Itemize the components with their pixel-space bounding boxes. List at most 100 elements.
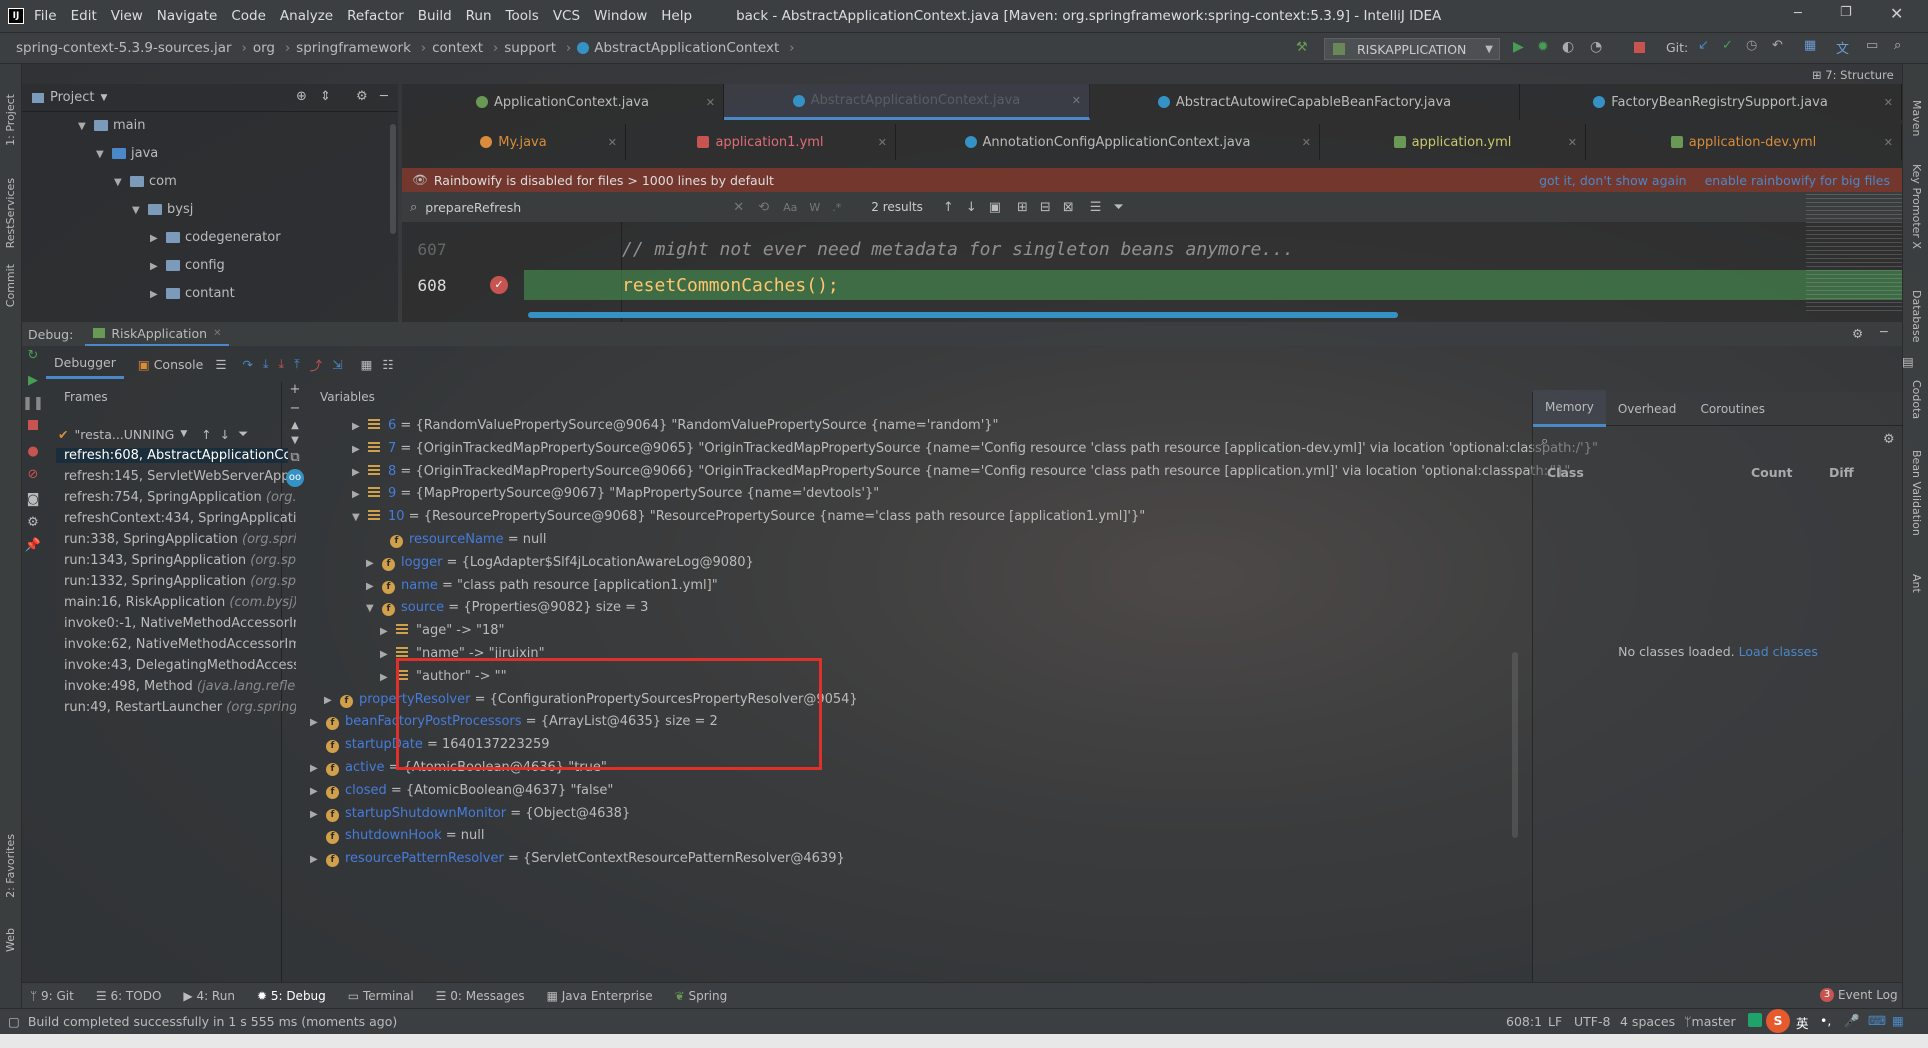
close-icon[interactable]: ✕ [1884, 136, 1893, 149]
menu-tools[interactable]: Tools [506, 8, 539, 24]
expand-icon[interactable]: ▶ [352, 467, 368, 478]
breadcrumb-springframework[interactable]: springframework [296, 40, 411, 56]
tab-annotationconfig[interactable]: AnnotationConfigApplicationContext.java ✕ [896, 124, 1320, 160]
step-into-icon[interactable]: ⤓ [279, 356, 285, 372]
tab-my-java[interactable]: My.java ✕ [402, 124, 626, 160]
horizontal-scrollbar[interactable] [528, 312, 1398, 318]
step-over-icon[interactable]: ⤓ [263, 356, 269, 372]
mic-icon[interactable]: 🎤 [1844, 1013, 1860, 1029]
session-tab[interactable]: RiskApplication ✕ [85, 322, 230, 346]
trace-icon[interactable]: ☷ [382, 357, 393, 372]
stack-frame[interactable]: refresh:145, ServletWebServerApplica [64, 469, 296, 484]
load-classes-link[interactable]: Load classes [1739, 644, 1818, 659]
coverage-icon[interactable]: ◐ [1562, 39, 1574, 55]
collapse-icon[interactable]: ▼ [366, 603, 382, 614]
tab-abstractautowire[interactable]: AbstractAutowireCapableBeanFactory.java [1090, 84, 1520, 120]
project-structure-icon[interactable]: ▦ [1804, 38, 1816, 53]
tool-commit[interactable]: Commit [4, 264, 17, 307]
arrow-down-icon[interactable]: ↓ [220, 427, 230, 442]
codota-icon[interactable] [1748, 1013, 1762, 1027]
tool-ant[interactable]: Ant [1910, 574, 1923, 593]
stack-frame[interactable]: invoke0:-1, NativeMethodAccessorIm [64, 616, 296, 631]
variable-row[interactable]: ▶ f closed = {AtomicBoolean@4637} "false" [310, 783, 613, 799]
menu-build[interactable]: Build [418, 8, 452, 24]
tree-node-bysj[interactable]: ▼ bysj [132, 202, 193, 217]
variable-row[interactable]: ▶ f startupShutdownMonitor = {Object@4638} [310, 806, 630, 822]
variable-row[interactable]: ▶ 6 = {RandomValuePropertySource@9064} "R… [352, 418, 999, 433]
filter-options-icon[interactable]: ☰ [1090, 200, 1102, 215]
menu-icon[interactable]: ☰ [215, 357, 226, 372]
caret-position[interactable]: 608:1 [1506, 1014, 1542, 1029]
project-title[interactable]: Project [50, 90, 94, 105]
stack-frame[interactable]: run:1343, SpringApplication (org.spri [64, 553, 296, 568]
menu-analyze[interactable]: Analyze [280, 8, 333, 24]
gear-icon[interactable]: ⚙ [1852, 326, 1863, 341]
expand-icon[interactable]: ▶ [310, 717, 326, 728]
close-icon[interactable]: ✕ [213, 328, 221, 339]
words-icon[interactable]: W [809, 201, 820, 214]
locate-icon[interactable]: ⊕ [296, 89, 307, 104]
expand-icon[interactable]: ▶ [366, 581, 382, 592]
run-to-cursor-icon[interactable]: ⇲ [332, 357, 342, 372]
tree-node-java[interactable]: ▼ java [96, 146, 158, 161]
tool-project[interactable]: 1: Project [4, 94, 17, 146]
variable-row[interactable]: f resourceName = null [374, 532, 546, 548]
menu-edit[interactable]: Edit [71, 8, 97, 24]
variable-row[interactable]: ▼ 10 = {ResourcePropertySource@9068} "Res… [352, 509, 1145, 524]
translate-icon[interactable]: 文 [1836, 38, 1849, 57]
expand-icon[interactable]: ▶ [310, 809, 326, 820]
expand-icon[interactable]: ▶ [380, 649, 396, 660]
view-breakpoints-icon[interactable]: ● [22, 444, 44, 459]
tab-applicationcontext[interactable]: ApplicationContext.java ✕ [402, 84, 724, 120]
pin-icon[interactable]: 📌 [22, 538, 44, 553]
revert-icon[interactable]: ↶ [1772, 38, 1783, 53]
line-separator[interactable]: LF [1548, 1014, 1562, 1029]
ime-punct-icon[interactable]: •, [1820, 1013, 1831, 1028]
dismiss-link[interactable]: got it, don't show again [1539, 173, 1687, 188]
pause-icon[interactable]: ❚❚ [22, 396, 44, 411]
file-encoding[interactable]: UTF-8 [1574, 1014, 1610, 1029]
tab-debugger[interactable]: Debugger [46, 349, 124, 379]
close-icon[interactable]: ✕ [608, 136, 617, 149]
tab-application1-yml[interactable]: application1.yml ✕ [626, 124, 896, 160]
variable-row[interactable]: ▶ "age" -> "18" [380, 623, 505, 638]
regex-history-icon[interactable]: ⟲ [758, 200, 769, 215]
layout-icon[interactable]: ▤ [1902, 354, 1914, 369]
tool-web[interactable]: Web [4, 928, 17, 952]
tool-bean-validation[interactable]: Bean Validation [1910, 450, 1923, 536]
debug-icon[interactable]: ✹ [1537, 39, 1549, 55]
expand-icon[interactable]: ▶ [352, 444, 368, 455]
git-commit-icon[interactable]: ✓ [1722, 38, 1733, 53]
tab-abstractapplicationcontext[interactable]: AbstractApplicationContext.java ✕ [724, 84, 1090, 120]
stack-frame[interactable]: invoke:498, Method (java.lang.reflect [64, 679, 296, 694]
regex-icon[interactable]: .* [832, 201, 841, 214]
clear-search-icon[interactable]: ✕ [733, 200, 744, 215]
resume-icon[interactable]: ▶ [22, 373, 44, 388]
tab-memory[interactable]: Memory [1533, 390, 1606, 427]
git-history-icon[interactable]: ◷ [1746, 38, 1757, 53]
arrow-down-icon[interactable]: ↓ [966, 200, 977, 215]
tab-overhead[interactable]: Overhead [1606, 392, 1689, 426]
move-down-icon[interactable]: ▼ [284, 435, 306, 446]
stack-frame[interactable]: run:338, SpringApplication (org.sprin [64, 532, 296, 547]
menu-run[interactable]: Run [466, 8, 492, 24]
stop-icon[interactable] [1634, 42, 1645, 53]
variable-row[interactable]: ▶ 8 = {OriginTrackedMapPropertySource@906… [352, 464, 1570, 479]
tab-application-yml[interactable]: application.yml ✕ [1320, 124, 1586, 160]
tree-node-config[interactable]: ▶ config [150, 258, 225, 273]
grid-icon[interactable]: ▦ [1892, 1013, 1904, 1028]
breadcrumb-context[interactable]: context [432, 40, 483, 56]
close-icon[interactable]: ✕ [1072, 94, 1081, 107]
tool-run[interactable]: ▶ 4: Run [183, 989, 235, 1003]
stack-frame[interactable]: invoke:43, DelegatingMethodAccesso [64, 658, 296, 673]
maximize-icon[interactable]: ❐ [1840, 5, 1852, 20]
tool-terminal[interactable]: ▭ Terminal [348, 989, 414, 1003]
show-execution-point-icon[interactable]: ↷ [243, 357, 253, 372]
git-update-icon[interactable]: ↙ [1698, 38, 1709, 53]
tree-node-com[interactable]: ▼ com [114, 174, 177, 189]
tab-coroutines[interactable]: Coroutines [1688, 392, 1777, 426]
tool-database[interactable]: Database [1910, 290, 1923, 343]
run-icon[interactable]: ▶ [1513, 39, 1524, 55]
breakpoint-icon[interactable]: ✓ [490, 276, 508, 294]
tree-node-main[interactable]: ▼ main [78, 118, 145, 133]
